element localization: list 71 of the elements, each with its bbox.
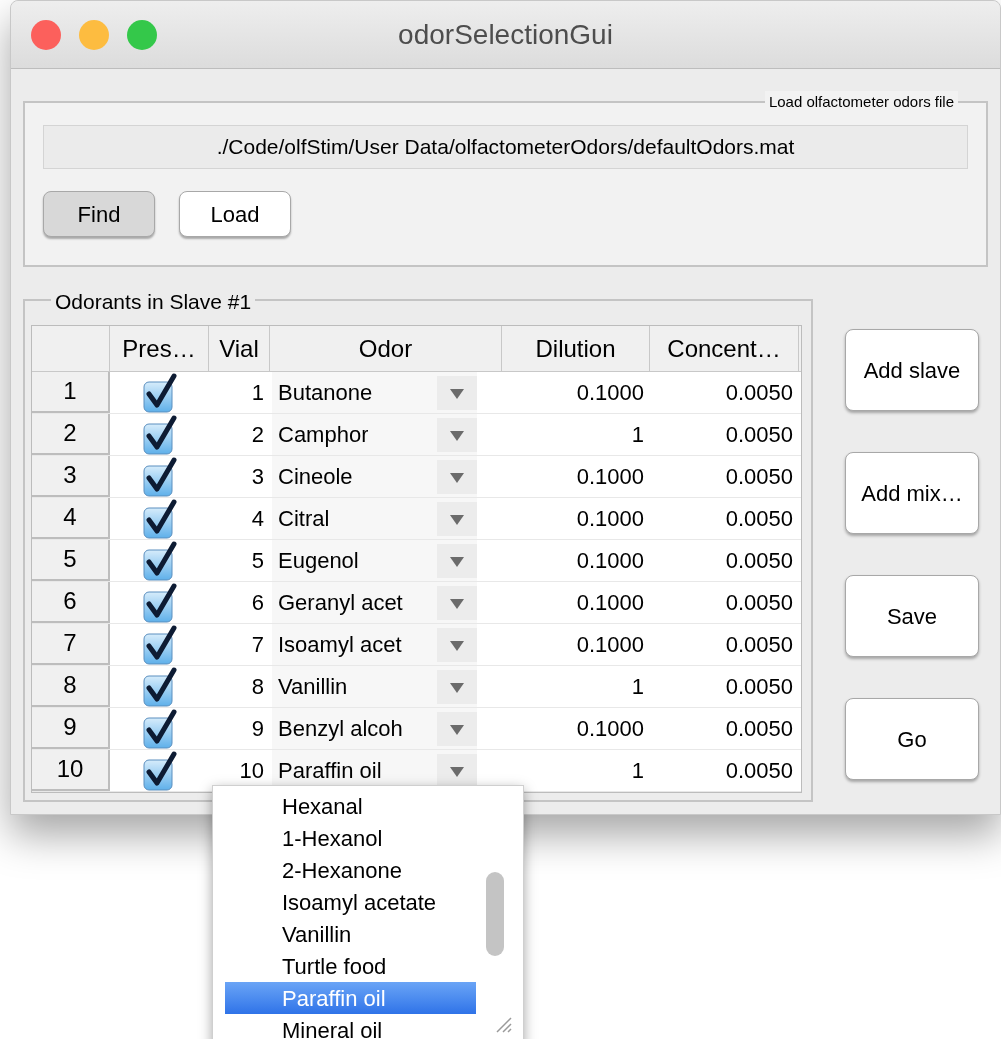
table-cell-text: 0.1000 <box>575 631 645 659</box>
close-icon[interactable] <box>31 19 61 50</box>
table-cell-text: 8 <box>250 673 265 701</box>
odor-select[interactable]: Butanone <box>272 372 477 413</box>
table-cell-text: 0.0050 <box>724 715 794 743</box>
row-header: 9 <box>32 708 110 749</box>
row-header: 3 <box>32 456 110 497</box>
table-cell-text: 0.0050 <box>724 547 794 575</box>
table-cell-text: 0.0050 <box>724 463 794 491</box>
dropdown-item[interactable]: Isoamyl acetate <box>225 886 476 918</box>
odor-select[interactable]: Camphor <box>272 414 477 455</box>
table-cell-text: 0.1000 <box>575 379 645 407</box>
dropdown-item[interactable]: Hexanal <box>225 790 476 822</box>
table-cell-text: 6 <box>250 589 265 617</box>
column-header[interactable]: Vial <box>209 326 270 371</box>
table-cell-text: 0.1000 <box>575 547 645 575</box>
table-cell-text: 0.0050 <box>724 505 794 533</box>
odor-select[interactable]: Cineole <box>272 456 477 497</box>
table-cell-text: 3 <box>250 463 265 491</box>
odor-select[interactable]: Benzyl alcoh <box>272 708 477 749</box>
table-cell-text: 0.0050 <box>724 421 794 449</box>
panel-button[interactable]: Find <box>43 191 155 237</box>
table-cell-text: 10 <box>238 757 265 785</box>
odor-select[interactable]: Isoamyl acet <box>272 624 477 665</box>
odor-select[interactable]: Geranyl acet <box>272 582 477 623</box>
table-cell-text: 0.1000 <box>575 463 645 491</box>
dropdown-item[interactable]: 1-Hexanol <box>225 822 476 854</box>
row-header: 8 <box>32 666 110 707</box>
column-header[interactable]: Concent… <box>650 326 799 371</box>
action-button[interactable]: Save <box>845 575 979 657</box>
table-cell-text: 9 <box>250 715 265 743</box>
odor-select[interactable]: Vanillin <box>272 666 477 707</box>
action-button[interactable]: Go <box>845 698 979 780</box>
panel-button[interactable]: Load <box>179 191 291 237</box>
table-cell-text: 0.0050 <box>724 631 794 659</box>
table-cell-text: 7 <box>250 631 265 659</box>
table-cell-text: 0.0050 <box>724 673 794 701</box>
dropdown-item[interactable]: Turtle food <box>225 950 476 982</box>
table-cell-text: 4 <box>250 505 265 533</box>
row-header: 7 <box>32 624 110 665</box>
table-cell-text: 5 <box>250 547 265 575</box>
table-cell-text: 1 <box>630 421 645 449</box>
odor-select[interactable]: Eugenol <box>272 540 477 581</box>
scrollbar-thumb[interactable] <box>486 872 504 956</box>
table-cell-text: 0.0050 <box>724 589 794 617</box>
column-header[interactable]: Odor <box>270 326 502 371</box>
column-header[interactable]: Dilution <box>502 326 650 371</box>
row-header: 2 <box>32 414 110 455</box>
dropdown-item[interactable]: Vanillin <box>225 918 476 950</box>
table-cell-text: 0.0050 <box>724 379 794 407</box>
table-cell-text: 0.1000 <box>575 505 645 533</box>
table-cell-text: 1 <box>250 379 265 407</box>
row-header: 10 <box>32 750 110 791</box>
row-header: 4 <box>32 498 110 539</box>
action-button[interactable]: Add mix… <box>845 452 979 534</box>
row-header: 1 <box>32 372 110 413</box>
action-button[interactable]: Add slave <box>845 329 979 411</box>
file-path-field[interactable]: ./Code/olfStim/User Data/olfactometerOdors/defaultOdors.mat <box>43 125 968 169</box>
table-cell-text: 1 <box>630 673 645 701</box>
table-cell-text: 1 <box>630 757 645 785</box>
dropdown-item[interactable]: 2-Hexanone <box>225 854 476 886</box>
table-cell-text: 0.1000 <box>575 589 645 617</box>
column-header[interactable]: Pres… <box>110 326 209 371</box>
table-cell-text: 0.1000 <box>575 715 645 743</box>
row-header: 6 <box>32 582 110 623</box>
dropdown-item[interactable]: Mineral oil <box>225 1014 476 1039</box>
row-header: 5 <box>32 540 110 581</box>
table-cell-text: 0.0050 <box>724 757 794 785</box>
odor-select[interactable]: Citral <box>272 498 477 539</box>
window-title: odorSelectionGui <box>398 17 613 52</box>
table-cell-text: 2 <box>250 421 265 449</box>
